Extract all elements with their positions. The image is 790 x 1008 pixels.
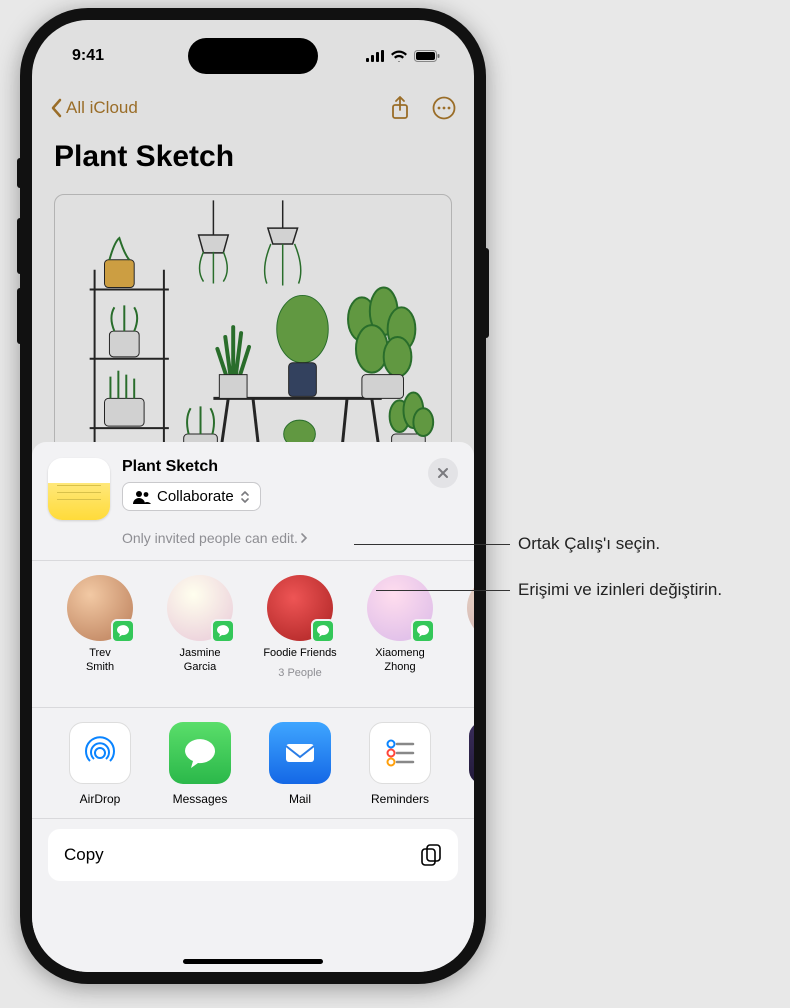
contact-name: XiaomengZhong	[375, 647, 425, 675]
reminders-icon	[381, 734, 419, 772]
collaborate-label: Collaborate	[157, 488, 234, 505]
contact-jasmine-garcia[interactable]: JasmineGarcia	[150, 575, 250, 679]
chevron-right-icon	[300, 532, 308, 544]
avatar	[167, 575, 233, 641]
close-button[interactable]	[428, 458, 458, 488]
contact-trev-smith[interactable]: TrevSmith	[50, 575, 150, 679]
app-reminders[interactable]: Reminders	[350, 722, 450, 806]
messages-badge-icon	[311, 619, 335, 643]
copy-label: Copy	[64, 845, 104, 865]
power-button	[485, 248, 489, 338]
callout-access: Erişimi ve izinleri değiştirin.	[518, 579, 722, 602]
mail-icon	[280, 733, 320, 773]
suggested-contacts-row[interactable]: TrevSmith JasmineGarcia Foodie Friends 3…	[48, 561, 474, 693]
app-label: Mail	[289, 792, 311, 806]
avatar	[467, 575, 474, 641]
contact-foodie-friends[interactable]: Foodie Friends 3 People	[250, 575, 350, 679]
copy-action-row[interactable]: Copy	[48, 829, 458, 881]
access-text: Only invited people can edit.	[122, 530, 298, 546]
copy-icon	[420, 843, 442, 867]
callout-line	[354, 544, 510, 545]
contact-name: TrevSmith	[86, 647, 114, 675]
contact-name: JasmineGarcia	[180, 647, 221, 675]
app-label: Reminders	[371, 792, 429, 806]
callout-line	[376, 590, 510, 591]
updown-chevron-icon	[240, 490, 250, 504]
messages-icon	[181, 734, 219, 772]
avatar	[67, 575, 133, 641]
contact-name: Foodie Friends	[263, 647, 336, 661]
app-label: AirDrop	[80, 792, 121, 806]
notes-app-icon	[48, 458, 110, 520]
app-messages[interactable]: Messages	[150, 722, 250, 806]
airdrop-icon	[80, 733, 120, 773]
messages-badge-icon	[211, 619, 235, 643]
home-indicator[interactable]	[183, 959, 323, 964]
volume-up-button	[17, 218, 21, 274]
people-icon	[133, 490, 151, 504]
app-label: Messages	[173, 792, 228, 806]
sheet-document-title: Plant Sketch	[122, 458, 416, 476]
contact-subtext: 3 People	[278, 667, 321, 679]
callout-collaborate: Ortak Çalış'ı seçin.	[518, 533, 660, 556]
share-sheet: Plant Sketch Collaborate Only invited pe…	[32, 442, 474, 972]
app-more[interactable]: J	[450, 722, 474, 806]
app-mail[interactable]: Mail	[250, 722, 350, 806]
messages-badge-icon	[411, 619, 435, 643]
silent-switch	[17, 158, 21, 188]
messages-badge-icon	[111, 619, 135, 643]
avatar	[267, 575, 333, 641]
close-icon	[437, 467, 449, 479]
volume-down-button	[17, 288, 21, 344]
phone-frame: 9:41 All iCloud Plant Sketch	[20, 8, 486, 984]
collaborate-selector[interactable]: Collaborate	[122, 482, 261, 511]
divider	[32, 818, 474, 819]
avatar	[367, 575, 433, 641]
app-airdrop[interactable]: AirDrop	[50, 722, 150, 806]
share-apps-row[interactable]: AirDrop Messages Mail	[48, 708, 474, 814]
screen: 9:41 All iCloud Plant Sketch	[32, 20, 474, 972]
